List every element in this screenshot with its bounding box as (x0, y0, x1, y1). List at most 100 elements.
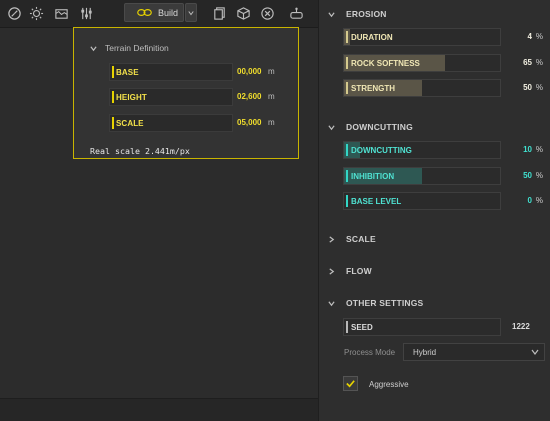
sliders-icon[interactable] (76, 4, 96, 22)
app-window: Build Terrain Definition BASE 00,000 m H… (0, 0, 550, 421)
chevron-down-icon (327, 123, 335, 131)
param-duration-value[interactable]: 4 (528, 32, 532, 41)
status-strip (0, 398, 318, 421)
chevron-right-icon (327, 235, 335, 243)
field-marker (346, 321, 348, 333)
param-duration-slider[interactable]: DURATION (343, 28, 501, 46)
param-rock-softness-value[interactable]: 65 (523, 58, 532, 67)
field-marker (346, 170, 348, 182)
terrain-height-label: HEIGHT (116, 93, 147, 102)
param-rock-softness-unit: % (535, 58, 543, 67)
field-marker (346, 82, 348, 94)
param-inhibition-row: INHIBITION 50 % (343, 167, 548, 185)
param-strength-unit: % (535, 83, 543, 92)
terrain-scale-value[interactable]: 05,000 (237, 118, 261, 127)
copy-icon[interactable] (209, 4, 229, 22)
param-inhibition-label: INHIBITION (351, 172, 395, 181)
section-other-settings-title: OTHER SETTINGS (346, 298, 424, 308)
field-marker (346, 31, 348, 43)
section-scale-header[interactable]: SCALE (327, 234, 376, 244)
field-marker (112, 66, 114, 78)
field-marker (346, 144, 348, 156)
process-mode-select[interactable]: Hybrid (403, 343, 545, 361)
terrain-base-unit: m (268, 67, 275, 76)
top-toolbar: Build (0, 0, 318, 28)
properties-panel: EROSION DURATION 4 % ROCK SOFTNESS 65 % (318, 0, 550, 421)
chevron-down-icon (188, 10, 194, 16)
field-marker (112, 91, 114, 103)
field-marker (112, 117, 114, 129)
section-flow-title: FLOW (346, 266, 372, 276)
aggressive-checkbox[interactable] (343, 376, 358, 391)
terrain-graph-icon[interactable] (51, 4, 71, 22)
param-downcutting-unit: % (535, 145, 543, 154)
param-inhibition-slider[interactable]: INHIBITION (343, 167, 501, 185)
viewport-area: Build Terrain Definition BASE 00,000 m H… (0, 0, 318, 421)
param-base-level-value[interactable]: 0 (528, 196, 532, 205)
field-marker (346, 195, 348, 207)
terrain-height-field[interactable]: HEIGHT (109, 88, 233, 106)
sun-icon[interactable] (26, 4, 46, 22)
chevron-down-icon (90, 45, 97, 52)
section-downcutting-title: DOWNCUTTING (346, 122, 413, 132)
section-downcutting-header[interactable]: DOWNCUTTING (327, 122, 413, 132)
close-circle-icon[interactable] (257, 4, 277, 22)
terrain-scale-unit: m (268, 118, 275, 127)
chevron-down-icon (531, 348, 540, 357)
chevron-down-icon (327, 10, 335, 18)
chain-link-icon (136, 8, 153, 17)
section-erosion-title: EROSION (346, 9, 387, 19)
terrain-base-value[interactable]: 00,000 (237, 67, 261, 76)
terrain-scale-row: SCALE 05,000 m (109, 114, 291, 132)
section-other-settings-header[interactable]: OTHER SETTINGS (327, 298, 423, 308)
build-button[interactable]: Build (124, 3, 184, 22)
build-options-dropdown[interactable] (185, 3, 197, 22)
param-inhibition-value[interactable]: 50 (523, 171, 532, 180)
param-duration-row: DURATION 4 % (343, 28, 548, 46)
param-strength-slider[interactable]: STRENGTH (343, 79, 501, 97)
terrain-base-row: BASE 00,000 m (109, 63, 291, 81)
param-downcutting-row: DOWNCUTTING 10 % (343, 141, 548, 159)
terrain-scale-label: SCALE (116, 119, 144, 128)
section-flow-header[interactable]: FLOW (327, 266, 372, 276)
checkmark-icon (345, 378, 356, 389)
terrain-definition-header[interactable]: Terrain Definition (90, 43, 169, 53)
param-strength-value[interactable]: 50 (523, 83, 532, 92)
chevron-down-icon (327, 299, 335, 307)
build-label: Build (158, 7, 179, 18)
seed-field[interactable]: SEED (343, 318, 501, 336)
process-mode-value: Hybrid (413, 348, 437, 357)
process-mode-label: Process Mode (344, 348, 396, 357)
param-base-level-unit: % (535, 196, 543, 205)
param-strength-label: STRENGTH (351, 84, 395, 93)
seed-value[interactable]: 1222 (512, 322, 530, 331)
terrain-base-label: BASE (116, 68, 139, 77)
terrain-scale-field[interactable]: SCALE (109, 114, 233, 132)
section-scale-title: SCALE (346, 234, 376, 244)
param-strength-row: STRENGTH 50 % (343, 79, 548, 97)
seed-label: SEED (351, 323, 373, 332)
field-marker (346, 57, 348, 69)
param-duration-label: DURATION (351, 33, 393, 42)
param-downcutting-label: DOWNCUTTING (351, 146, 412, 155)
param-base-level-slider[interactable]: BASE LEVEL (343, 192, 501, 210)
camera-pin-icon[interactable] (286, 4, 306, 22)
param-duration-unit: % (535, 32, 543, 41)
param-base-level-label: BASE LEVEL (351, 197, 402, 206)
param-rock-softness-row: ROCK SOFTNESS 65 % (343, 54, 548, 72)
param-rock-softness-label: ROCK SOFTNESS (351, 59, 420, 68)
param-downcutting-value[interactable]: 10 (523, 145, 532, 154)
cube-icon[interactable] (233, 4, 253, 22)
param-inhibition-unit: % (535, 171, 543, 180)
gauge-icon[interactable] (4, 4, 24, 22)
terrain-base-field[interactable]: BASE (109, 63, 233, 81)
terrain-height-row: HEIGHT 02,600 m (109, 88, 291, 106)
terrain-height-value[interactable]: 02,600 (237, 92, 261, 101)
section-erosion-header[interactable]: EROSION (327, 9, 387, 19)
param-downcutting-slider[interactable]: DOWNCUTTING (343, 141, 501, 159)
real-scale-readout: Real scale 2.441m/px (90, 146, 190, 156)
chevron-right-icon (327, 267, 335, 275)
param-rock-softness-slider[interactable]: ROCK SOFTNESS (343, 54, 501, 72)
terrain-height-unit: m (268, 92, 275, 101)
aggressive-label: Aggressive (369, 380, 409, 389)
